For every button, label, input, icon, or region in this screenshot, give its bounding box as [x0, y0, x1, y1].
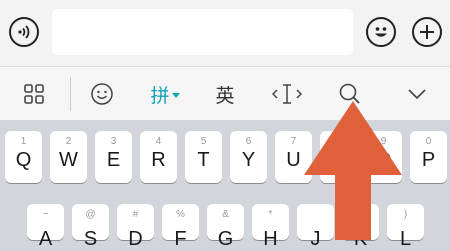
grid-menu-button[interactable]	[14, 67, 54, 121]
toolbar-divider	[70, 77, 71, 111]
key-hint: *	[268, 209, 273, 220]
key-p[interactable]: 0P	[410, 131, 447, 183]
key-g[interactable]: & G	[207, 204, 244, 250]
key-d[interactable]: # D	[117, 204, 154, 250]
key-t[interactable]: 5T	[185, 131, 222, 183]
key-e[interactable]: 3E	[95, 131, 132, 183]
voice-icon	[18, 25, 30, 39]
key-w[interactable]: 2W	[50, 131, 87, 183]
chevron-down-icon	[408, 89, 426, 100]
key-hint: 6	[245, 136, 252, 147]
cursor-control-button[interactable]	[267, 67, 307, 121]
key-letter: P	[421, 149, 436, 171]
key-hint: 1	[20, 136, 27, 147]
key-f[interactable]: % F	[162, 204, 199, 250]
key-a[interactable]: ~ A	[27, 204, 64, 250]
caret-down-icon	[171, 92, 180, 98]
smiley-icon	[375, 27, 387, 37]
key-hint: #	[132, 209, 139, 220]
key-hint: 2	[65, 136, 72, 147]
key-hint: 0	[425, 136, 432, 147]
key-y[interactable]: 6Y	[230, 131, 267, 183]
key-letter: W	[59, 149, 78, 171]
key-hint: 4	[155, 136, 162, 147]
english-label: 英	[215, 85, 235, 107]
pinyin-label: 拼	[150, 85, 170, 107]
voice-button[interactable]	[9, 17, 39, 47]
key-hint: %	[176, 209, 185, 220]
key-letter: T	[197, 149, 210, 171]
key-hint: 5	[200, 136, 207, 147]
key-hint: &	[222, 209, 229, 220]
key-letter: Y	[241, 149, 256, 171]
pinyin-mode-button[interactable]: 拼	[140, 67, 190, 121]
emoji-button[interactable]	[366, 17, 396, 47]
key-s[interactable]: @ S	[72, 204, 109, 250]
grid-icon	[24, 84, 44, 104]
chat-bar	[0, 0, 450, 66]
key-letter: E	[106, 149, 121, 171]
key-letter: R	[151, 149, 166, 171]
text-cursor-icon	[272, 84, 302, 104]
message-input[interactable]	[52, 9, 353, 55]
key-q[interactable]: 1Q	[5, 131, 42, 183]
annotation-arrow-icon	[304, 101, 402, 240]
key-letter: Q	[15, 149, 32, 171]
key-r[interactable]: 4R	[140, 131, 177, 183]
key-hint: 3	[110, 136, 117, 147]
key-hint: ~	[42, 209, 49, 220]
key-hint: @	[85, 209, 96, 220]
english-mode-button[interactable]: 英	[205, 67, 245, 121]
add-button[interactable]	[412, 17, 442, 47]
plus-icon	[420, 25, 434, 39]
smiley-outline-icon	[91, 83, 113, 105]
key-h[interactable]: * H	[252, 204, 289, 250]
emoji-panel-button[interactable]	[82, 67, 122, 121]
